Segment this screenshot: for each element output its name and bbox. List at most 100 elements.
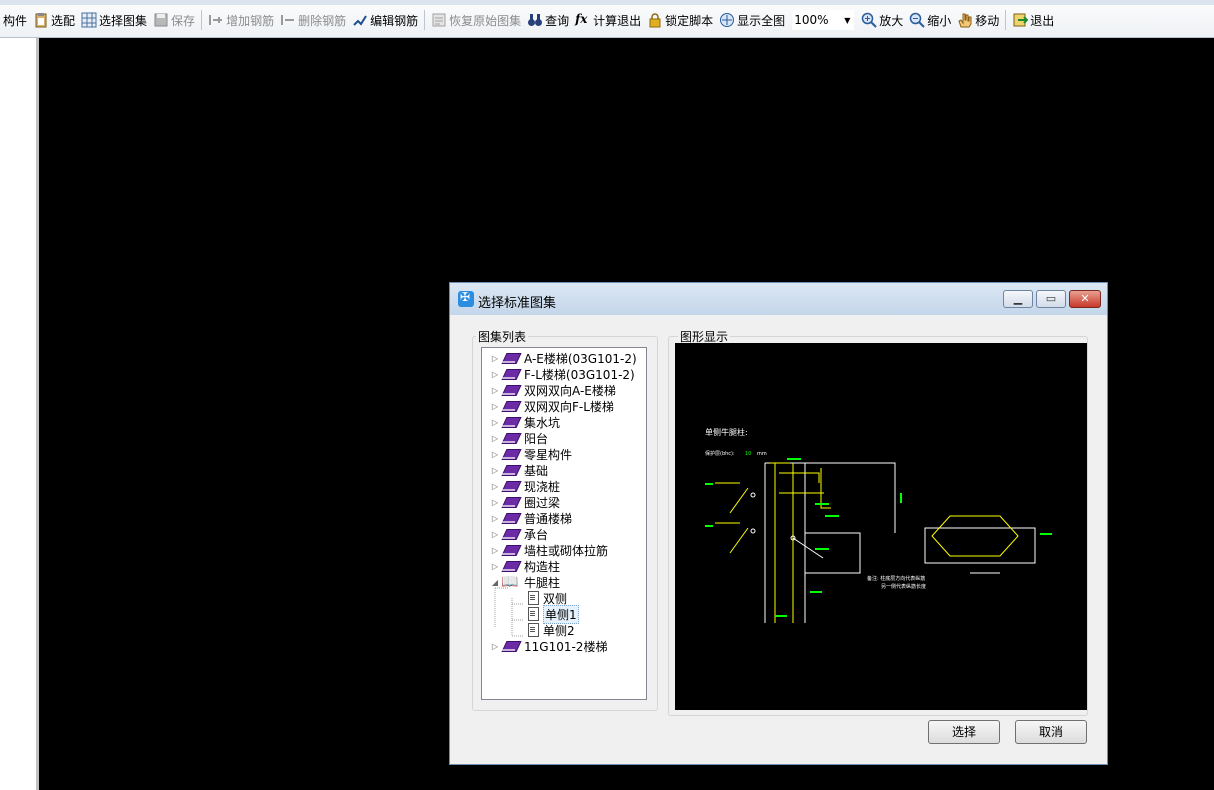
tree-node[interactable]: 单侧2 <box>524 622 575 638</box>
restore-atlas-button[interactable]: 恢复原始图集 <box>428 9 524 31</box>
atlas-tree[interactable]: ▷ A-E楼梯(03G101-2) ▷ F-L楼梯(03G101-2) ▷ 双网双向A-E… <box>481 347 647 700</box>
expand-arrow-icon[interactable]: ▷ <box>490 498 500 507</box>
expand-arrow-icon[interactable]: ▷ <box>490 514 500 523</box>
lock-icon <box>647 12 663 28</box>
tree-node[interactable]: ▷ 墙柱或砌体拉筋 <box>490 542 608 558</box>
expand-arrow-icon[interactable]: ▷ <box>490 546 500 555</box>
tree-node[interactable]: ▷ 集水坑 <box>490 414 560 430</box>
tree-node-label: 普通楼梯 <box>524 511 573 526</box>
toolbar-separator <box>201 10 203 30</box>
atlas-grid-icon <box>81 12 97 28</box>
tree-node-label: 集水坑 <box>524 415 561 430</box>
toolbar-top-strip <box>0 0 1214 5</box>
expand-arrow-icon[interactable]: ▷ <box>490 482 500 491</box>
tree-node[interactable]: ◢ 📖 牛腿柱 <box>490 574 560 590</box>
minimize-button[interactable]: ▁ <box>1003 290 1033 308</box>
book-icon <box>501 463 521 477</box>
tree-node-label: 阳台 <box>524 431 549 446</box>
tree-node[interactable]: ▷ 圈过梁 <box>490 494 560 510</box>
zoom-out-button[interactable]: 缩小 <box>906 9 954 31</box>
tree-node[interactable]: ▷ 11G101-2楼梯 <box>490 638 608 654</box>
select-atlas-button[interactable]: 选择图集 <box>78 9 150 31</box>
tree-node[interactable]: ▷ 基础 <box>490 462 548 478</box>
select-standard-atlas-dialog: 选择标准图集 ▁ ▭ ✕ 图集列表 ▷ A-E楼梯(03G101-2) ▷ F-L楼梯… <box>449 282 1108 765</box>
expanded-arrow-icon[interactable]: ◢ <box>490 578 500 587</box>
expand-arrow-icon[interactable]: ▷ <box>490 370 500 379</box>
toolbar-separator <box>1005 10 1007 30</box>
book-icon <box>501 447 521 461</box>
tree-node-label: 牛腿柱 <box>524 575 561 590</box>
tree-node[interactable]: 单侧1 <box>524 604 579 624</box>
add-rebar-button[interactable]: 增加钢筋 <box>205 9 277 31</box>
cover-unit: mm <box>757 451 767 457</box>
query-button[interactable]: 查询 <box>524 9 572 31</box>
tree-node[interactable]: ▷ 阳台 <box>490 430 548 446</box>
exit-icon <box>1012 12 1029 28</box>
book-icon <box>501 431 521 445</box>
minimize-icon: ▁ <box>1013 292 1023 305</box>
edit-rebar-button[interactable]: 编辑钢筋 <box>349 9 421 31</box>
tree-node[interactable]: ▷ 承台 <box>490 526 548 542</box>
tree-node[interactable]: ▷ F-L楼梯(03G101-2) <box>490 366 635 382</box>
expand-arrow-icon[interactable]: ▷ <box>490 562 500 571</box>
left-splitter[interactable] <box>36 38 39 790</box>
expand-arrow-icon[interactable]: ▷ <box>490 466 500 475</box>
exit-button[interactable]: 退出 <box>1009 9 1057 31</box>
dialog-title: 选择标准图集 <box>478 296 557 311</box>
tree-node-label: A-E楼梯(03G101-2) <box>524 351 637 366</box>
document-icon <box>526 591 540 605</box>
expand-arrow-icon[interactable]: ▷ <box>490 386 500 395</box>
expand-arrow-icon[interactable]: ▷ <box>490 402 500 411</box>
tree-node[interactable]: ▷ A-E楼梯(03G101-2) <box>490 350 637 366</box>
expand-arrow-icon[interactable]: ▷ <box>490 450 500 459</box>
expand-arrow-icon[interactable]: ▷ <box>490 354 500 363</box>
tree-node-label: 零星构件 <box>524 447 573 462</box>
zoom-in-button[interactable]: 放大 <box>858 9 906 31</box>
tree-node-label: 双网双向F-L楼梯 <box>524 399 614 414</box>
add-rebar-icon <box>208 12 224 28</box>
maximize-icon: ▭ <box>1045 292 1057 305</box>
tree-node[interactable]: ▷ 现浇桩 <box>490 478 560 494</box>
edit-rebar-icon <box>352 12 368 28</box>
select-button[interactable]: 选择 <box>928 720 1000 744</box>
zoom-fit-icon <box>719 12 735 28</box>
calculate-exit-button[interactable]: fx 计算退出 <box>572 9 644 31</box>
save-button[interactable]: 保存 <box>150 9 198 31</box>
dialog-titlebar[interactable]: 选择标准图集 ▁ ▭ ✕ <box>450 283 1107 315</box>
tree-node[interactable]: ▷ 零星构件 <box>490 446 572 462</box>
book-icon <box>501 527 521 541</box>
left-panel <box>0 38 36 790</box>
match-button[interactable]: 选配 <box>30 9 78 31</box>
drawing-preview: 单侧牛腿柱: 保护层(bhc): 10 mm 备注: 柱底层方向代表纵筋 另一侧… <box>675 343 1087 710</box>
tree-node-label: 圈过梁 <box>524 495 561 510</box>
delete-rebar-icon <box>280 12 296 28</box>
dimension-labels <box>705 458 1052 617</box>
lock-script-button[interactable]: 锁定脚本 <box>644 9 716 31</box>
cancel-button[interactable]: 取消 <box>1015 720 1087 744</box>
app-icon <box>458 290 474 307</box>
clipboard-icon <box>33 12 49 28</box>
delete-rebar-button[interactable]: 删除钢筋 <box>277 9 349 31</box>
open-book-icon: 📖 <box>501 574 519 590</box>
expand-arrow-icon[interactable]: ▷ <box>490 434 500 443</box>
tree-node[interactable]: ▷ 普通楼梯 <box>490 510 572 526</box>
component-button[interactable]: 构件 <box>0 9 30 31</box>
expand-arrow-icon[interactable]: ▷ <box>490 418 500 427</box>
document-icon <box>526 607 540 621</box>
expand-arrow-icon[interactable]: ▷ <box>490 530 500 539</box>
zoom-level-select[interactable]: 100% ▼ <box>792 10 855 30</box>
drawing-note-2: 另一侧代表纵筋长度 <box>881 583 926 590</box>
tree-node[interactable]: ▷ 构造柱 <box>490 558 560 574</box>
book-icon <box>501 415 521 429</box>
expand-arrow-icon[interactable]: ▷ <box>490 642 500 651</box>
maximize-button[interactable]: ▭ <box>1036 290 1066 308</box>
section-view <box>924 515 1036 574</box>
close-button[interactable]: ✕ <box>1069 290 1101 308</box>
tree-node[interactable]: ▷ 双网双向A-E楼梯 <box>490 382 616 398</box>
show-all-button[interactable]: 显示全图 <box>716 9 788 31</box>
tree-node[interactable]: ▷ 双网双向F-L楼梯 <box>490 398 614 414</box>
pan-button[interactable]: 移动 <box>954 9 1002 31</box>
book-icon <box>501 383 521 397</box>
toolbar-separator <box>424 10 426 30</box>
book-icon <box>501 399 521 413</box>
